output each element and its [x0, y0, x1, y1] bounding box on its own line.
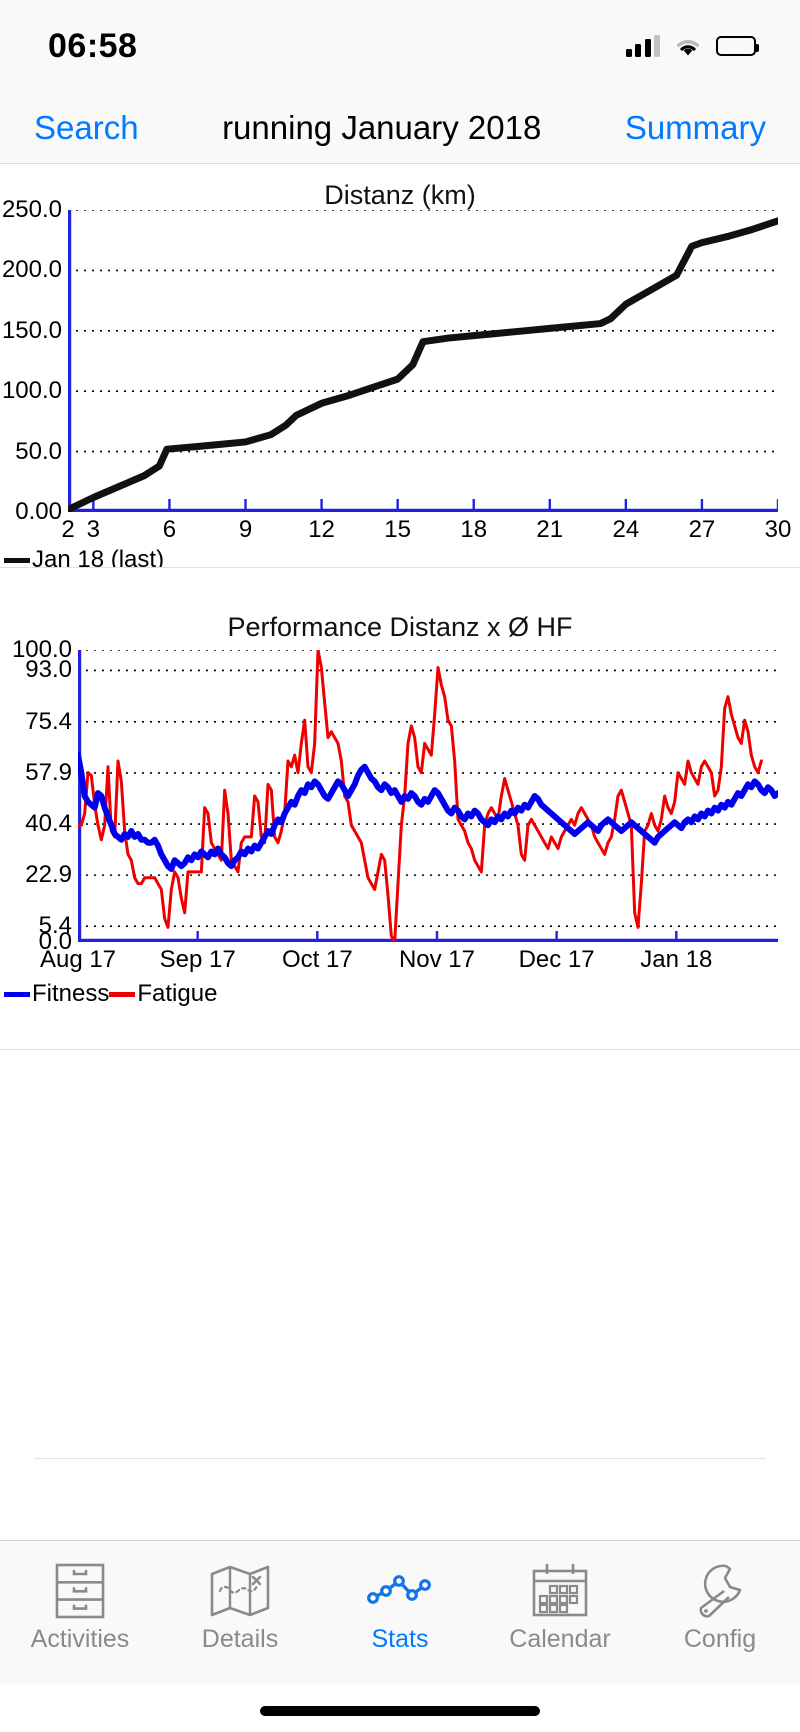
tab-label-calendar: Calendar [509, 1625, 611, 1653]
legend-item: Fitness [4, 980, 109, 1008]
status-bar-indicators [625, 35, 759, 57]
distance-chart-plot: 0.00 50.0 100.0 150.0 200.0 250.0 2 3 6 9 12 15 18 21… [2, 196, 791, 543]
performance-chart-plot: 0.0 5.4 22.9 40.4 57.9 75.4 93.0 100.0 Aug 17 Sep… [12, 636, 778, 973]
y-axis-tick-label: 40.4 [25, 810, 72, 838]
x-axis-tick-label: Dec 17 [518, 946, 595, 973]
legend-swatch [109, 991, 136, 997]
y-axis-tick-label: 5.4 [38, 912, 72, 940]
map-icon [209, 1563, 271, 1619]
legend-item: Fatigue [109, 980, 217, 1008]
tab-label-details: Details [201, 1625, 279, 1653]
x-axis-tick-label: 18 [460, 516, 488, 543]
y-axis-tick-label: 57.9 [25, 758, 72, 786]
y-axis-tick-label: 0.00 [15, 498, 62, 525]
y-axis-tick-label: 150.0 [1, 316, 62, 344]
nav-bar: Search running January 2018 Summary [0, 92, 800, 164]
distance-chart-card[interactable]: Distanz (km) 0.00 50.0 100.0 150.0 200.0 250.… [0, 164, 800, 573]
tab-label-stats: Stats [371, 1625, 429, 1653]
tab-bar: Activities Details Stats Calendar Config [0, 1540, 800, 1684]
x-axis-tick-label: Sep 17 [159, 946, 236, 973]
home-indicator[interactable] [260, 1706, 540, 1716]
status-bar-time: 06:58 [48, 26, 138, 65]
card-divider [0, 1049, 800, 1050]
search-button[interactable]: Search [34, 109, 139, 147]
x-axis-tick-label: Jan 18 [640, 946, 713, 973]
cellular-signal-icon [625, 35, 660, 57]
content-divider [34, 1458, 766, 1459]
y-axis-tick-label: 100.0 [1, 377, 62, 405]
x-axis-tick-label: Aug 17 [39, 946, 117, 973]
x-axis-tick-label: Oct 17 [281, 946, 353, 973]
x-axis-tick-label: 9 [238, 516, 253, 543]
tab-activities[interactable]: Activities [0, 1541, 160, 1654]
x-axis-tick-label: 27 [688, 516, 716, 543]
tab-stats[interactable]: Stats [320, 1541, 480, 1654]
x-axis-tick-label: 12 [308, 516, 335, 543]
y-axis-tick-label: 200.0 [1, 256, 62, 284]
y-axis-tick-label: 75.4 [25, 707, 72, 735]
filing-cabinet-icon [54, 1563, 106, 1619]
y-axis-tick-label: 100.0 [11, 636, 72, 663]
legend-label: Fitness [32, 980, 110, 1007]
x-axis-tick-label: 24 [612, 516, 640, 543]
x-axis-tick-label: 21 [536, 516, 564, 543]
page-title: running January 2018 [222, 108, 542, 146]
y-axis-tick-label: 50.0 [15, 437, 62, 465]
battery-icon [716, 36, 759, 56]
x-axis-tick-label: 3 [86, 516, 101, 543]
chart-title-distance: Distanz (km) [324, 180, 476, 210]
x-axis-tick-label: 15 [384, 516, 411, 543]
summary-button[interactable]: Summary [625, 109, 766, 147]
tab-label-config: Config [683, 1625, 757, 1653]
tab-calendar[interactable]: Calendar [480, 1541, 640, 1654]
tab-label-activities: Activities [30, 1625, 130, 1653]
x-axis-tick-label: Nov 17 [398, 946, 475, 973]
x-axis-tick-label: 2 [61, 516, 75, 543]
legend-swatch [4, 991, 30, 997]
y-axis-tick-label: 250.0 [1, 196, 62, 223]
legend-label: Fatigue [137, 980, 218, 1007]
tab-details[interactable]: Details [160, 1541, 320, 1654]
calendar-icon [529, 1563, 591, 1619]
status-bar: 06:58 [0, 0, 800, 92]
line-chart-icon [367, 1563, 433, 1619]
x-axis-tick-label: 6 [162, 516, 177, 543]
y-axis-tick-label: 22.9 [25, 861, 72, 889]
tab-config[interactable]: Config [640, 1541, 800, 1654]
performance-chart-legend: Fitness Fatigue [4, 980, 217, 1008]
x-axis-tick-label: 30 [764, 516, 792, 543]
wrench-icon [690, 1563, 750, 1619]
app-root: 06:58 Search running January 2018 Summar… [0, 0, 800, 1732]
performance-chart-card[interactable]: Performance Distanz x Ø HF 0.0 5.4 22.9 40.… [0, 568, 800, 1050]
wifi-icon [674, 36, 702, 57]
legend-swatch [4, 557, 30, 563]
chart-title-performance: Performance Distanz x Ø HF [227, 612, 573, 642]
